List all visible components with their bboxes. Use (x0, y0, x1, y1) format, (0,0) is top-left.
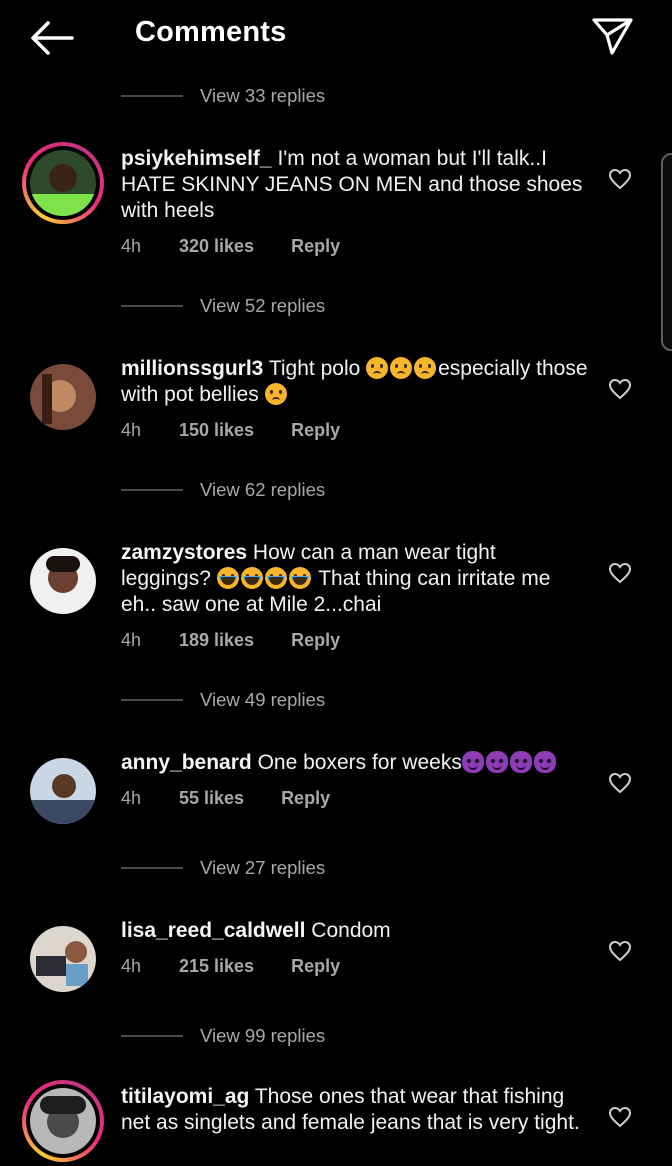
comment-text: titilayomi_ag Those ones that wear that … (121, 1085, 580, 1134)
comment-username[interactable]: psiykehimself_ (121, 147, 272, 170)
comment-username[interactable]: millionssgurl3 (121, 357, 263, 380)
smiling-imp-emoji (461, 751, 484, 773)
comment-likes[interactable]: 55 likes (179, 788, 244, 809)
view-replies-link[interactable]: View 33 replies (121, 81, 325, 111)
heart-icon[interactable] (608, 1106, 632, 1128)
paper-plane-icon[interactable] (590, 16, 634, 56)
heart-icon[interactable] (608, 378, 632, 400)
heart-icon[interactable] (608, 562, 632, 584)
smiling-imp-emoji (533, 751, 556, 773)
view-replies-link[interactable]: View 27 replies (121, 853, 325, 883)
reply-button[interactable]: Reply (291, 630, 340, 651)
avatar-story-ring[interactable] (22, 142, 104, 224)
avatar-wrapper[interactable] (22, 356, 104, 438)
avatar-wrapper[interactable] (22, 918, 104, 1000)
comment-likes[interactable]: 189 likes (179, 630, 254, 651)
scrollbar[interactable] (661, 153, 672, 351)
comment-time: 4h (121, 788, 142, 808)
avatar (30, 758, 96, 824)
avatar (30, 364, 96, 430)
comment-time: 4h (121, 630, 142, 650)
avatar-wrapper[interactable] (22, 540, 104, 622)
view-replies-link[interactable]: View 62 replies (121, 475, 325, 505)
crying-face-emoji (366, 357, 389, 379)
smiling-imp-emoji (485, 751, 508, 773)
divider (121, 305, 183, 307)
divider (121, 867, 183, 869)
divider (121, 95, 183, 97)
comment-username[interactable]: lisa_reed_caldwell (121, 919, 305, 942)
view-replies-link[interactable]: View 99 replies (121, 1021, 325, 1051)
loudly-crying-face-emoji (264, 567, 287, 589)
heart-icon[interactable] (608, 772, 632, 794)
avatar (30, 926, 96, 992)
reply-button[interactable]: Reply (291, 420, 340, 441)
loudly-crying-face-emoji (216, 567, 239, 589)
comment-time: 4h (121, 420, 142, 440)
reply-button[interactable]: Reply (291, 236, 340, 257)
page-title: Comments (135, 16, 287, 48)
avatar-story-ring[interactable] (22, 1080, 104, 1162)
crying-face-emoji (414, 357, 437, 379)
heart-icon[interactable] (608, 940, 632, 962)
comment-meta: 4h 55 likes Reply (121, 788, 330, 809)
comment-likes[interactable]: 215 likes (179, 956, 254, 977)
heart-icon[interactable] (608, 168, 632, 190)
comment-meta: 4h 215 likes Reply (121, 956, 340, 977)
comment-username[interactable]: titilayomi_ag (121, 1085, 249, 1108)
comment-text: zamzystores How can a man wear tight leg… (121, 541, 551, 616)
view-replies-link[interactable]: View 49 replies (121, 685, 325, 715)
smiling-imp-emoji (509, 751, 532, 773)
view-replies-link[interactable]: View 52 replies (121, 291, 325, 321)
comment-meta: 4h 320 likes Reply (121, 236, 340, 257)
divider (121, 489, 183, 491)
reply-button[interactable]: Reply (291, 956, 340, 977)
divider (121, 1035, 183, 1037)
comment-username[interactable]: anny_benard (121, 751, 252, 774)
crying-face-emoji (264, 383, 287, 405)
avatar (30, 548, 96, 614)
comments-header: Comments (0, 0, 672, 72)
loudly-crying-face-emoji (288, 567, 311, 589)
comment-time: 4h (121, 956, 142, 976)
comment-time: 4h (121, 236, 142, 256)
avatar (30, 1088, 96, 1154)
loudly-crying-face-emoji (240, 567, 263, 589)
avatar (30, 150, 96, 216)
comment-meta: 4h 189 likes Reply (121, 630, 340, 651)
avatar-wrapper[interactable] (22, 750, 104, 832)
comment-likes[interactable]: 320 likes (179, 236, 254, 257)
divider (121, 699, 183, 701)
comment-text: millionssgurl3 Tight polo especially tho… (121, 357, 588, 406)
comment-meta: 4h 150 likes Reply (121, 420, 340, 441)
comment-username[interactable]: zamzystores (121, 541, 247, 564)
crying-face-emoji (390, 357, 413, 379)
arrow-left-icon[interactable] (28, 18, 76, 58)
comment-likes[interactable]: 150 likes (179, 420, 254, 441)
reply-button[interactable]: Reply (281, 788, 330, 809)
comment-text: psiykehimself_ I'm not a woman but I'll … (121, 147, 583, 222)
comment-text: anny_benard One boxers for weeks (121, 750, 591, 776)
comment-text: lisa_reed_caldwell Condom (121, 919, 391, 942)
